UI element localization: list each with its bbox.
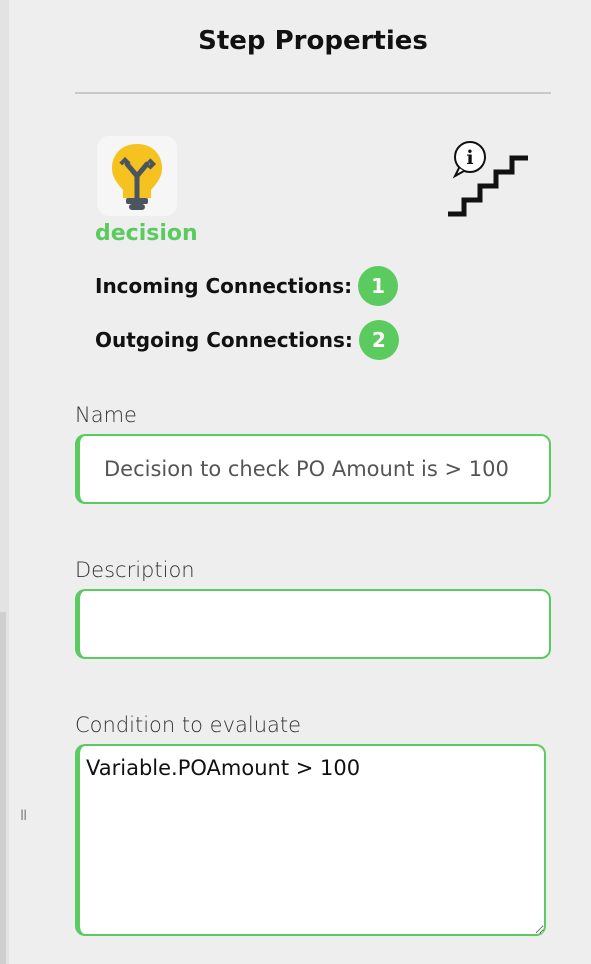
condition-textarea[interactable]: Variable.POAmount > 100 [75, 744, 546, 936]
info-stairs-icon[interactable]: i [446, 140, 530, 220]
title-divider [75, 92, 551, 94]
incoming-connections-label: Incoming Connections: [95, 274, 353, 298]
step-type-icon-tile [97, 136, 177, 216]
svg-text:i: i [466, 147, 473, 169]
name-field-label: Name [75, 403, 137, 427]
description-field-label: Description [75, 558, 195, 582]
outgoing-connections-row: Outgoing Connections: 2 [95, 320, 399, 360]
left-scrollbar[interactable] [0, 612, 6, 964]
resize-grip-icon[interactable]: II [20, 808, 27, 824]
outgoing-connections-count-badge: 2 [358, 320, 399, 360]
panel-title: Step Properties [198, 26, 428, 56]
outgoing-connections-label: Outgoing Connections: [95, 328, 353, 352]
incoming-connections-row: Incoming Connections: 1 [95, 266, 399, 306]
step-type-label: decision [95, 221, 198, 246]
name-input[interactable] [75, 434, 551, 504]
decision-bulb-icon [112, 144, 162, 210]
incoming-connections-count-badge: 1 [358, 266, 399, 306]
condition-field-label: Condition to evaluate [75, 713, 302, 737]
description-input[interactable] [75, 589, 551, 659]
